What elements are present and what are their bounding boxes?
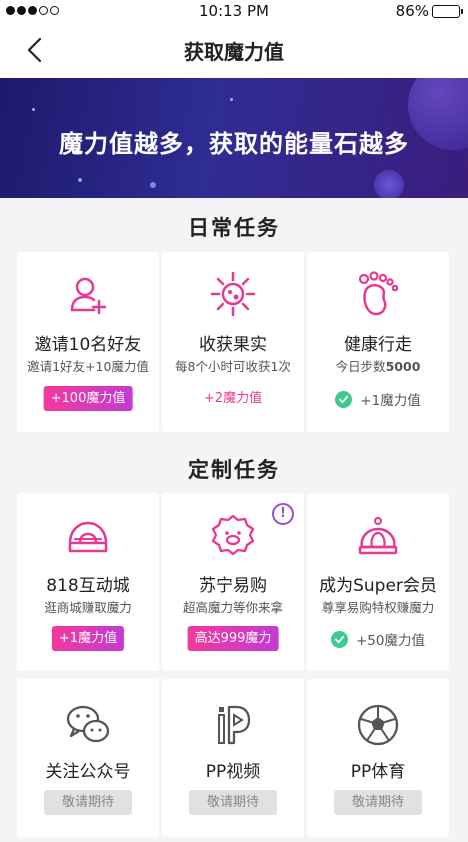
reward-text: +1魔力值 — [360, 393, 421, 409]
steps-label: 今日步数 — [335, 359, 386, 374]
task-title: 健康行走 — [344, 335, 412, 355]
crown-icon — [358, 517, 398, 555]
section-title-custom: 定制任务 — [188, 458, 280, 482]
planet-decoration — [374, 170, 404, 198]
steps-count: 5000 — [385, 359, 421, 374]
page-title: 获取魔力值 — [184, 40, 284, 64]
task-title: 收获果实 — [199, 335, 267, 355]
banner-text: 魔力值越多，获取的能量石越多 — [59, 130, 409, 158]
task-card-invite: 邀请10名好友 邀请1好友+10魔力值 +100魔力值 — [17, 252, 159, 432]
coming-soon-button: 敬请期待 — [44, 790, 132, 815]
alert-badge[interactable]: ! — [272, 503, 294, 525]
completed-status: +1魔力值 — [307, 389, 449, 409]
task-subtitle: 邀请1好友+10魔力值 — [27, 359, 149, 374]
task-title: PP视频 — [205, 762, 261, 782]
donut-icon — [68, 521, 108, 553]
battery-percent: 86% — [395, 2, 429, 20]
task-title: 818互动城 — [46, 576, 130, 596]
task-subtitle: 每8个小时可收获1次 — [175, 359, 291, 374]
task-subtitle: 尊享易购特权赚魔力 — [321, 600, 435, 615]
wechat-icon — [66, 705, 110, 743]
task-title: 成为Super会员 — [319, 576, 437, 596]
footprint-icon — [358, 271, 399, 316]
task-title: PP体育 — [350, 762, 406, 782]
claim-button[interactable]: +2魔力值 — [197, 386, 269, 411]
star-decoration — [230, 98, 233, 101]
task-title: 关注公众号 — [45, 762, 131, 782]
task-card-suning: ! 苏宁易购 超高魔力等你来拿 高达999魔力 — [162, 493, 304, 671]
section-title-daily: 日常任务 — [188, 216, 280, 240]
status-bar: 10:13 PM 86% — [0, 0, 468, 22]
banner: 魔力值越多，获取的能量石越多 — [0, 78, 468, 198]
battery-icon — [432, 4, 463, 18]
task-subtitle: 今日步数5000 — [307, 356, 449, 375]
task-card-fruit: 收获果实 每8个小时可收获1次 +2魔力值 — [162, 252, 304, 432]
task-card-super: 成为Super会员 尊享易购特权赚魔力 +50魔力值 — [307, 493, 449, 671]
task-card-pp-sports: PP体育 敬请期待 — [307, 679, 449, 837]
star-decoration — [78, 178, 82, 182]
task-card-wechat: 关注公众号 敬请期待 — [17, 679, 159, 837]
completed-status: +50魔力值 — [307, 629, 449, 649]
claim-button[interactable]: 高达999魔力 — [187, 626, 279, 651]
task-card-walk: 健康行走 今日步数5000 +1魔力值 — [307, 252, 449, 432]
add-user-icon — [70, 277, 107, 315]
task-subtitle: 超高魔力等你来拿 — [182, 600, 283, 615]
task-card-818: 818互动城 逛商城赚取魔力 +1魔力值 — [17, 493, 159, 671]
star-decoration — [32, 108, 35, 111]
task-title: 邀请10名好友 — [34, 335, 142, 355]
task-subtitle: 逛商城赚取魔力 — [44, 600, 132, 615]
coming-soon-button: 敬请期待 — [189, 790, 277, 815]
star-decoration — [150, 182, 156, 188]
claim-button[interactable]: +1魔力值 — [51, 626, 125, 651]
claim-button[interactable]: +100魔力值 — [43, 386, 133, 411]
pp-video-icon — [218, 705, 251, 745]
fruit-icon — [210, 271, 256, 317]
check-icon — [331, 630, 348, 648]
task-card-pp-video: PP视频 敬请期待 — [162, 679, 304, 837]
coming-soon-button: 敬请期待 — [334, 790, 422, 815]
task-title: 苏宁易购 — [199, 576, 267, 596]
suning-icon — [211, 514, 255, 556]
soccer-ball-icon — [357, 704, 399, 746]
reward-text: +50魔力值 — [356, 633, 425, 649]
nav-bar: 获取魔力值 — [0, 22, 468, 78]
check-icon — [335, 390, 353, 408]
